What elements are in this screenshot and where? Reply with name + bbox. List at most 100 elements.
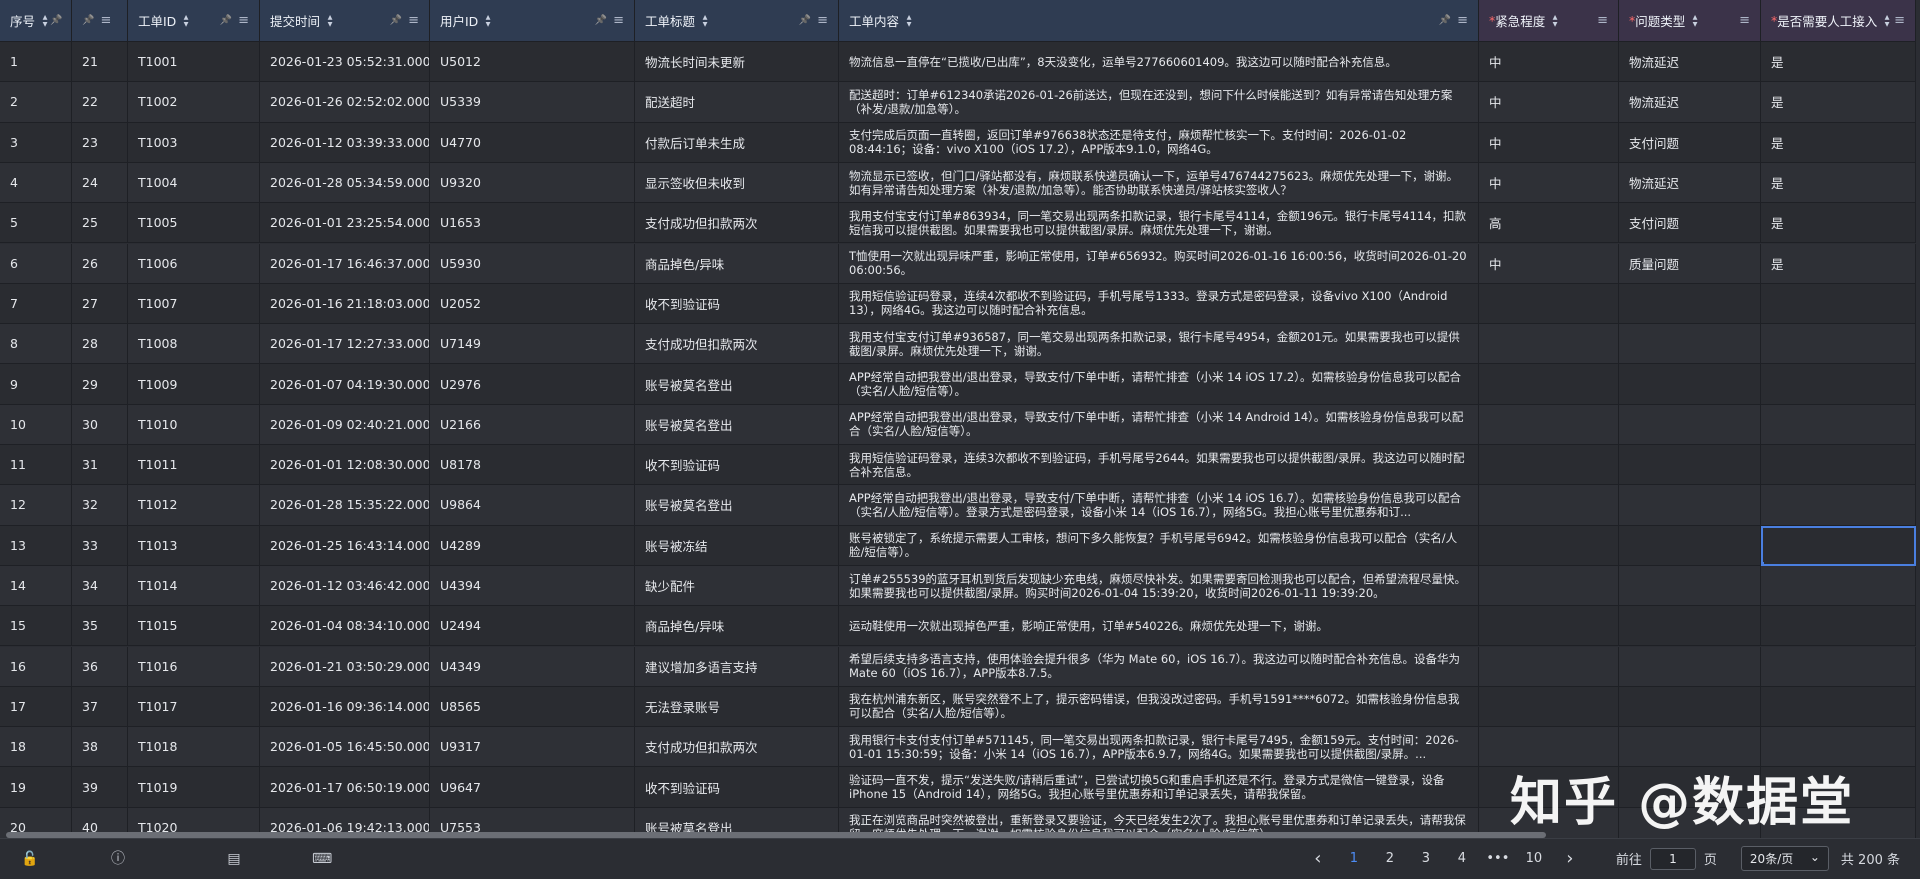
cell-ticket-title[interactable]: 建议增加多语言支持 (635, 646, 839, 687)
cell-submit-time[interactable]: 2026-01-26 02:52:02.000 (260, 82, 430, 123)
cell-problem-type[interactable] (1619, 485, 1761, 526)
cell-ticket-content[interactable]: 运动鞋使用一次就出现掉色严重，影响正常使用，订单#540226。麻烦优先处理一下… (839, 606, 1479, 647)
cell-ticket-content[interactable]: 验证码一直不发，提示“发送失败/请稍后重试”，已尝试切换5G和重启手机还是不行。… (839, 767, 1479, 808)
cell-ticket-title[interactable]: 付款后订单未生成 (635, 122, 839, 163)
page-10-button[interactable]: 10 (1516, 851, 1552, 866)
cell-need-human[interactable] (1761, 445, 1916, 486)
cell-user-id[interactable]: U5930 (430, 243, 635, 284)
cell-index[interactable]: 15 (0, 606, 72, 647)
cell-problem-type[interactable] (1619, 364, 1761, 405)
cell-problem-type[interactable] (1619, 565, 1761, 607)
table-row[interactable]: 1 21 T1001 2026-01-23 05:52:31.000 U5012 物流长时… (0, 42, 1920, 83)
cell-urgency[interactable]: 中 (1479, 82, 1619, 123)
cell-ticket-title[interactable]: 商品掉色/异味 (635, 243, 839, 284)
cell-ticket-title[interactable]: 支付成功但扣款两次 (635, 203, 839, 244)
cell-index[interactable]: 2 (0, 82, 72, 123)
cell-id[interactable]: 22 (72, 82, 128, 123)
sort-icon[interactable]: ▲▼ (702, 14, 709, 28)
cell-index[interactable]: 19 (0, 767, 72, 808)
cell-ticket-content[interactable]: 我用银行卡支付支付订单#571145，同一笔交易出现两条扣款记录，银行卡尾号74… (839, 727, 1479, 768)
sort-icon[interactable]: ▲▼ (1884, 14, 1891, 28)
cell-ticket-content[interactable]: 我在杭州浦东新区，账号突然登不上了，提示密码错误，但我没改过密码。手机号1591… (839, 686, 1479, 728)
pin-icon[interactable]: 📌 (220, 15, 232, 26)
cell-urgency[interactable] (1479, 646, 1619, 687)
cell-problem-type[interactable]: 支付问题 (1619, 122, 1761, 163)
sort-icon[interactable]: ▲▼ (1692, 14, 1699, 28)
table-row[interactable]: 3 23 T1003 2026-01-12 03:39:33.000 U4770 付款后订… (0, 122, 1920, 163)
filter-icon[interactable]: ≡ (238, 13, 249, 28)
cell-urgency[interactable]: 中 (1479, 122, 1619, 163)
cell-ticket-content[interactable]: T恤使用一次就出现异味严重，影响正常使用，订单#656932。购买时间2026-… (839, 243, 1479, 284)
cell-index[interactable]: 10 (0, 404, 72, 445)
cell-submit-time[interactable]: 2026-01-28 05:34:59.000 (260, 162, 430, 204)
cell-urgency[interactable] (1479, 324, 1619, 365)
cell-ticket-content[interactable]: APP经常自动把我登出/退出登录，导致支付/下单中断，请帮忙排查（小米 14 i… (839, 364, 1479, 405)
header-col-ticket-content[interactable]: 工单内容 ▲▼ 📌 ≡ (839, 0, 1479, 42)
cell-ticket-content[interactable]: 希望后续支持多语言支持，使用体验会提升很多（华为 Mate 60，iOS 16.… (839, 646, 1479, 687)
cell-ticket-id[interactable]: T1014 (128, 565, 260, 607)
page-3-button[interactable]: 3 (1408, 851, 1444, 866)
pin-icon[interactable]: 📌 (595, 15, 607, 26)
cell-ticket-content[interactable]: 物流信息一直停在“已揽收/已出库”，8天没变化，运单号277660601409。… (839, 42, 1479, 83)
cell-need-human[interactable] (1761, 485, 1916, 526)
cell-index[interactable]: 17 (0, 686, 72, 728)
cell-ticket-title[interactable]: 支付成功但扣款两次 (635, 727, 839, 768)
cell-user-id[interactable]: U2052 (430, 283, 635, 325)
table-row[interactable]: 9 29 T1009 2026-01-07 04:19:30.000 U2976 账号被莫… (0, 364, 1920, 405)
header-col-id[interactable]: 📌 ≡ (72, 0, 128, 42)
cell-user-id[interactable]: U9317 (430, 727, 635, 768)
cell-user-id[interactable]: U9647 (430, 767, 635, 808)
header-col-urgency[interactable]: * 紧急程度 ▲▼ ≡ (1479, 0, 1619, 42)
cell-ticket-title[interactable]: 账号被莫名登出 (635, 364, 839, 405)
table-row[interactable]: 6 26 T1006 2026-01-17 16:46:37.000 U5930 商品掉色… (0, 243, 1920, 284)
cell-urgency[interactable] (1479, 445, 1619, 486)
cell-ticket-id[interactable]: T1003 (128, 122, 260, 163)
header-col-index[interactable]: 序号 ▲▼ 📌 (0, 0, 72, 42)
cell-ticket-id[interactable]: T1010 (128, 404, 260, 445)
cell-urgency[interactable] (1479, 606, 1619, 647)
lock-icon[interactable]: 🔓 (20, 849, 40, 869)
sort-icon[interactable]: ▲▼ (327, 14, 334, 28)
cell-index[interactable]: 12 (0, 485, 72, 526)
cell-id[interactable]: 32 (72, 485, 128, 526)
cell-id[interactable]: 37 (72, 686, 128, 728)
cell-urgency[interactable]: 高 (1479, 203, 1619, 244)
cell-user-id[interactable]: U5012 (430, 42, 635, 83)
cell-index[interactable]: 1 (0, 42, 72, 83)
cell-id[interactable]: 29 (72, 364, 128, 405)
cell-user-id[interactable]: U4349 (430, 646, 635, 687)
prev-page-button[interactable]: ‹ (1300, 848, 1336, 869)
page-size-select[interactable]: 20条/页 ⌄ (1740, 846, 1829, 871)
cell-submit-time[interactable]: 2026-01-01 12:08:30.000 (260, 445, 430, 486)
cell-problem-type[interactable] (1619, 404, 1761, 445)
cell-submit-time[interactable]: 2026-01-04 08:34:10.000 (260, 606, 430, 647)
header-col-user-id[interactable]: 用户ID ▲▼ 📌 ≡ (430, 0, 635, 42)
table-row[interactable]: 7 27 T1007 2026-01-16 21:18:03.000 U2052 收不到验… (0, 283, 1920, 325)
filter-icon[interactable]: ≡ (613, 13, 624, 28)
cell-user-id[interactable]: U9864 (430, 485, 635, 526)
goto-page-input[interactable]: 1 (1649, 847, 1696, 870)
cell-ticket-content[interactable]: 账号被锁定了，系统提示需要人工审核，想问下多久能恢复？手机号尾号6942。如需核… (839, 525, 1479, 566)
filter-icon[interactable]: ≡ (408, 13, 419, 28)
cell-index[interactable]: 5 (0, 203, 72, 244)
cell-index[interactable]: 3 (0, 122, 72, 163)
cell-ticket-title[interactable]: 收不到验证码 (635, 767, 839, 808)
cell-user-id[interactable]: U1653 (430, 203, 635, 244)
cell-need-human[interactable] (1761, 283, 1916, 325)
pin-icon[interactable]: 📌 (82, 15, 94, 26)
cell-id[interactable]: 35 (72, 606, 128, 647)
table-row[interactable]: 17 37 T1017 2026-01-16 09:36:14.000 U8565 无法登… (0, 686, 1920, 728)
cell-problem-type[interactable] (1619, 283, 1761, 325)
bar-chart-icon[interactable]: ▤ (224, 849, 244, 869)
page-4-button[interactable]: 4 (1444, 851, 1480, 866)
table-row[interactable]: 8 28 T1008 2026-01-17 12:27:33.000 U7149 支付成功… (0, 324, 1920, 365)
cell-submit-time[interactable]: 2026-01-16 21:18:03.000 (260, 283, 430, 325)
sort-icon[interactable]: ▲▼ (42, 14, 49, 28)
page-2-button[interactable]: 2 (1372, 851, 1408, 866)
cell-submit-time[interactable]: 2026-01-21 03:50:29.000 (260, 646, 430, 687)
cell-ticket-content[interactable]: 我用短信验证码登录，连续3次都收不到验证码，手机号尾号2644。如果需要我也可以… (839, 445, 1479, 486)
cell-ticket-id[interactable]: T1015 (128, 606, 260, 647)
cell-problem-type[interactable]: 物流延迟 (1619, 162, 1761, 204)
filter-icon[interactable]: ≡ (1739, 13, 1750, 28)
cell-ticket-id[interactable]: T1006 (128, 243, 260, 284)
